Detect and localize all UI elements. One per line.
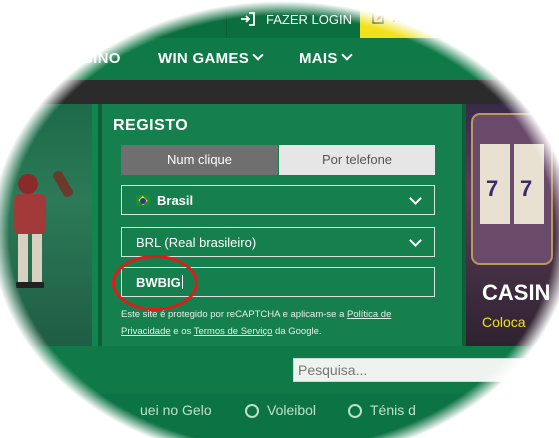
casino-banner[interactable]: 7 7 xyxy=(466,104,559,346)
casino-banner-subtitle: Coloca xyxy=(482,314,526,330)
red-highlight-circle xyxy=(112,255,198,311)
slot-machine-image: 7 7 xyxy=(471,113,553,265)
nav-item-win-games[interactable]: WIN GAMES xyxy=(158,49,264,67)
tennis-icon xyxy=(348,404,362,418)
football-banner[interactable] xyxy=(0,104,92,346)
brazil-flag-icon xyxy=(136,195,150,206)
nav-label: WIN GAMES xyxy=(158,50,250,67)
nav-item-mais[interactable]: MAIS xyxy=(299,49,353,67)
chevron-down-icon xyxy=(409,192,422,205)
login-label: FAZER LOGIN xyxy=(266,11,352,27)
recaptcha-note: Este site é protegido por reCAPTCHA e ap… xyxy=(121,309,392,337)
register-button[interactable]: REGISTAR xyxy=(360,0,559,38)
terms-of-service-link[interactable]: Termos de Serviço xyxy=(194,326,273,337)
sport-label: uei no Gelo xyxy=(140,402,212,418)
svg-text:7: 7 xyxy=(486,176,498,201)
currency-select[interactable]: BRL (Real brasileiro) xyxy=(121,227,435,257)
search-input[interactable] xyxy=(293,358,559,382)
register-label: REGISTAR xyxy=(392,11,454,25)
football-player-image xyxy=(14,170,73,288)
sport-label: Ténis d xyxy=(370,402,416,418)
login-arrow-icon xyxy=(240,12,256,26)
login-button[interactable]: FAZER LOGIN xyxy=(240,0,352,38)
sport-label: Voleibol xyxy=(267,402,317,418)
sport-item-tennis[interactable]: Ténis d xyxy=(348,402,416,418)
sport-item-ice-hockey[interactable]: uei no Gelo xyxy=(140,402,212,418)
divider xyxy=(226,0,227,38)
edit-icon xyxy=(372,11,386,25)
sport-item-volleyball[interactable]: Voleibol xyxy=(245,402,316,418)
page: FAZER LOGIN REGISTAR BINO WIN GAMES MAIS xyxy=(0,0,559,438)
casino-banner-title: CASIN xyxy=(482,280,551,305)
nav-label: BINO xyxy=(82,50,121,67)
nav-item-casino[interactable]: BINO xyxy=(82,50,121,67)
main-nav: BINO WIN GAMES MAIS xyxy=(0,38,559,80)
chevron-down-icon xyxy=(341,49,353,61)
chevron-down-icon xyxy=(252,49,264,61)
country-select[interactable]: Brasil xyxy=(121,185,435,215)
tab-by-phone[interactable]: Por telefone xyxy=(279,145,435,175)
chevron-down-icon xyxy=(409,234,422,247)
country-value: Brasil xyxy=(157,193,194,208)
tab-one-click[interactable]: Num clique xyxy=(121,145,278,175)
top-bar: FAZER LOGIN REGISTAR xyxy=(0,0,559,38)
dark-band xyxy=(0,80,559,104)
currency-value: BRL (Real brasileiro) xyxy=(136,235,257,250)
svg-text:7: 7 xyxy=(520,176,532,201)
registration-title: REGISTO xyxy=(113,117,189,134)
volleyball-icon xyxy=(245,404,259,418)
nav-label: MAIS xyxy=(299,50,338,67)
